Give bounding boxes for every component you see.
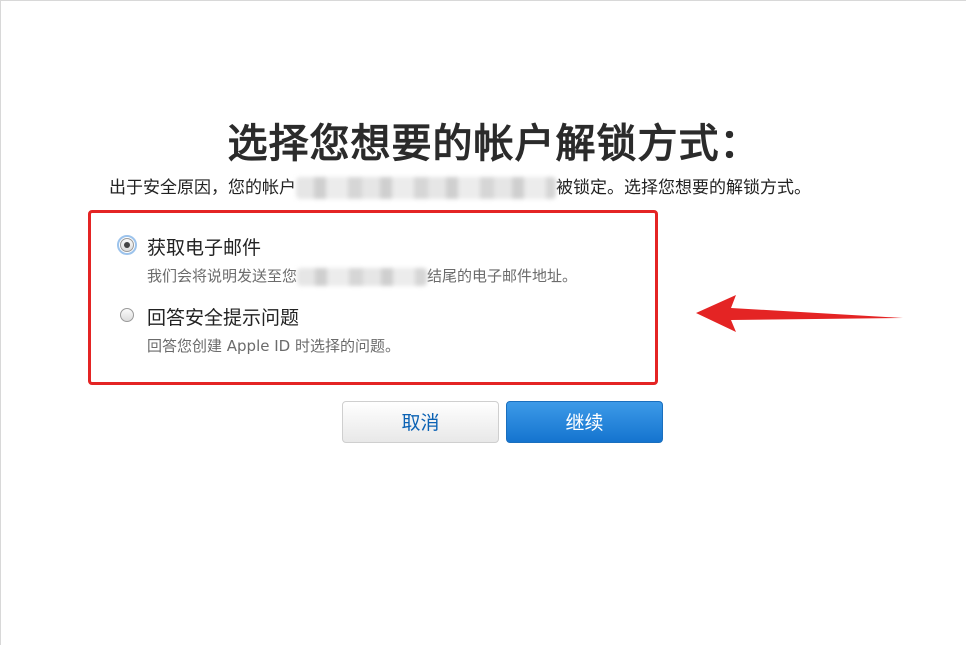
cancel-button[interactable]: 取消 bbox=[342, 401, 499, 443]
continue-button[interactable]: 继续 bbox=[506, 401, 663, 443]
red-arrow-left-icon bbox=[696, 295, 903, 332]
option-email-desc-suffix: 结尾的电子邮件地址。 bbox=[427, 267, 578, 285]
redacted-account-mask bbox=[296, 177, 556, 199]
redacted-email-mask bbox=[297, 267, 428, 286]
subtitle-prefix: 出于安全原因，您的帐户 bbox=[109, 178, 296, 198]
page-title: 选择您想要的帐户解锁方式： bbox=[227, 121, 761, 167]
radio-security-questions[interactable] bbox=[120, 308, 134, 322]
option-security-questions-desc: 回答您创建 Apple ID 时选择的问题。 bbox=[147, 337, 400, 355]
option-email-desc-prefix: 我们会将说明发送至您 bbox=[147, 267, 298, 285]
option-email-desc: 我们会将说明发送至您 结尾的电子邮件地址。 bbox=[147, 265, 577, 286]
option-email-label: 获取电子邮件 bbox=[147, 237, 262, 259]
page-subtitle: 出于安全原因，您的帐户 被锁定。选择您想要的解锁方式。 bbox=[109, 173, 909, 199]
subtitle-suffix: 被锁定。选择您想要的解锁方式。 bbox=[556, 178, 811, 198]
option-security-questions-label: 回答安全提示问题 bbox=[147, 307, 300, 329]
page-frame: 选择您想要的帐户解锁方式： 出于安全原因，您的帐户 被锁定。选择您想要的解锁方式。… bbox=[0, 0, 966, 645]
radio-email[interactable] bbox=[117, 235, 137, 255]
